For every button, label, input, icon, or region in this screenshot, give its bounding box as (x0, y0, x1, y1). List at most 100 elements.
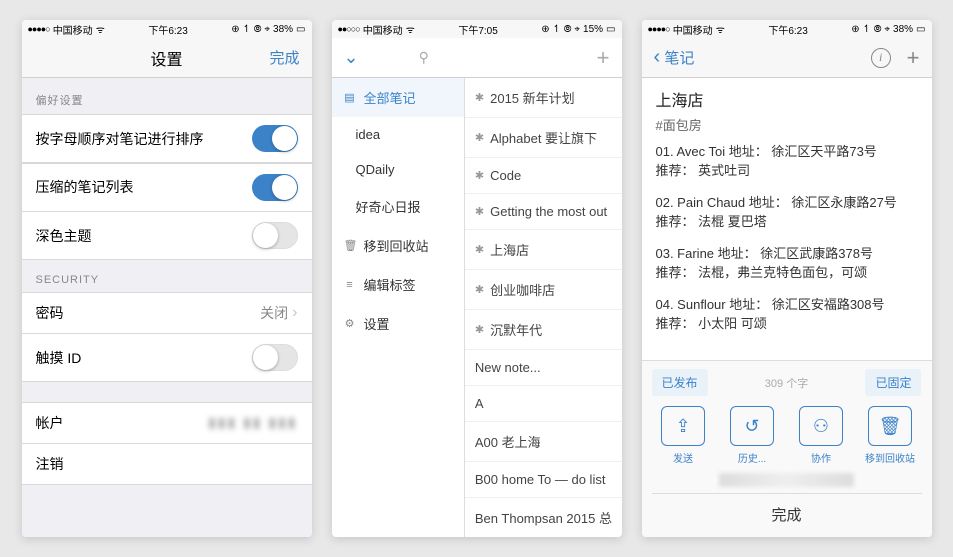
chevron-right-icon: › (292, 304, 297, 322)
entry-line: 03. Farine 地址： 徐汇区武康路378号 (656, 244, 918, 264)
history-icon: ↺ (744, 416, 759, 437)
note-title: 上海店 (656, 90, 918, 114)
row-touchid[interactable]: 触摸 ID (22, 333, 312, 382)
chevron-left-icon: ‹ (654, 46, 661, 68)
status-icons: ⊕ ↿ ⦾ ⌖ (541, 24, 580, 35)
action-label: 移到回收站 (865, 450, 915, 465)
entry-line: 推荐： 小太阳 可颂 (656, 314, 918, 334)
add-note-button[interactable]: + (597, 45, 610, 71)
note-title: 上海店 (490, 240, 529, 259)
censored-area (719, 473, 854, 487)
note-title: Getting the most out (490, 204, 607, 219)
folder-idea[interactable]: idea (332, 117, 464, 152)
star-icon: ✱ (475, 283, 484, 296)
note-title: 创业咖啡店 (490, 280, 555, 299)
note-title: B00 home To — do list (475, 472, 606, 487)
status-icons: ⊕ ↿ ⦾ ⌖ (231, 24, 270, 35)
battery-icon: ▭ (606, 24, 615, 35)
note-item[interactable]: B00 home To — do list (465, 462, 622, 498)
note-body[interactable]: 上海店 #面包房 01. Avec Toi 地址： 徐汇区天平路73号 推荐： … (642, 78, 932, 360)
status-icons: ⊕ ↿ ⦾ ⌖ (851, 24, 890, 35)
battery-icon: ▭ (916, 24, 925, 35)
row-password[interactable]: 密码 关闭 › (22, 292, 312, 334)
row-logout[interactable]: 注销 (22, 443, 312, 485)
entry-line: 推荐： 英式吐司 (656, 161, 918, 181)
battery-pct: 38% (273, 24, 293, 35)
note-item[interactable]: New note... (465, 350, 622, 386)
carrier-label: 中国移动 (673, 22, 713, 37)
collab-button[interactable]: ⚇ 协作 (790, 406, 853, 465)
star-icon: ✱ (475, 91, 484, 104)
row-compact-list[interactable]: 压缩的笔记列表 (22, 163, 312, 212)
folder-qdaily[interactable]: QDaily (332, 152, 464, 187)
chevron-down-icon[interactable]: ⌄ (344, 47, 359, 68)
account-value: ▮▮▮ ▮▮ ▮▮▮ (208, 414, 297, 431)
status-bar: ●●●●○ 中国移动 ᯤ 下午6:23 ⊕ ↿ ⦾ ⌖ 38% ▭ (642, 20, 932, 38)
note-item[interactable]: ✱Getting the most out (465, 194, 622, 230)
wifi-icon: ᯤ (716, 22, 725, 36)
folder-label: QDaily (356, 162, 395, 177)
search-icon[interactable]: ⚲ (419, 49, 429, 66)
pinned-pill[interactable]: 已固定 (865, 369, 921, 396)
add-button[interactable]: + (907, 45, 920, 71)
folder-label: idea (356, 127, 381, 142)
section-security: SECURITY (22, 260, 312, 292)
entry-line: 推荐： 法棍，弗兰克特色面包，可颂 (656, 263, 918, 283)
nav-bar: ⌄ ⚲ + (332, 38, 622, 78)
done-button[interactable]: 完成 (269, 47, 299, 68)
note-entry: 04. Sunflour 地址： 徐汇区安福路308号 推荐： 小太阳 可颂 (656, 295, 918, 334)
star-icon: ✱ (475, 243, 484, 256)
battery-pct: 38% (893, 24, 913, 35)
note-item[interactable]: A00 老上海 (465, 422, 622, 462)
folder-label: 移到回收站 (364, 236, 429, 255)
star-icon: ✱ (475, 169, 484, 182)
note-entry: 01. Avec Toi 地址： 徐汇区天平路73号 推荐： 英式吐司 (656, 142, 918, 181)
row-label: 按字母顺序对笔记进行排序 (36, 129, 204, 149)
note-item[interactable]: ✱Code (465, 158, 622, 194)
row-dark-theme[interactable]: 深色主题 (22, 211, 312, 260)
folder-trash[interactable]: 🗑 移到回收站 (332, 226, 464, 265)
folder-curiosity[interactable]: 好奇心日报 (332, 187, 464, 226)
folder-tags[interactable]: ≡ 编辑标签 (332, 265, 464, 304)
send-button[interactable]: ⇪ 发送 (652, 406, 715, 465)
row-account[interactable]: 帐户 ▮▮▮ ▮▮ ▮▮▮ (22, 402, 312, 444)
clock: 下午7:05 (458, 22, 497, 37)
wifi-icon: ᯤ (406, 22, 415, 36)
note-item[interactable]: ✱沉默年代 (465, 310, 622, 350)
toggle-touchid[interactable] (252, 344, 298, 371)
toggle-compact[interactable] (252, 174, 298, 201)
note-entry: 02. Pain Chaud 地址： 徐汇区永康路27号 推荐： 法棍 夏巴塔 (656, 193, 918, 232)
note-item[interactable]: A (465, 386, 622, 422)
note-entry: 03. Farine 地址： 徐汇区武康路378号 推荐： 法棍，弗兰克特色面包… (656, 244, 918, 283)
row-sort-alpha[interactable]: 按字母顺序对笔记进行排序 (22, 114, 312, 163)
trash-button[interactable]: 🗑 移到回收站 (859, 406, 922, 465)
entry-line: 04. Sunflour 地址： 徐汇区安福路308号 (656, 295, 918, 315)
note-item[interactable]: ✱2015 新年计划 (465, 78, 622, 118)
done-button[interactable]: 完成 (652, 493, 922, 529)
people-icon: ⚇ (813, 416, 829, 437)
note-item[interactable]: Ben Thompsan 2015 总 (465, 498, 622, 537)
info-button[interactable]: i (871, 48, 891, 68)
nav-bar: ‹ 笔记 i + (642, 38, 932, 78)
toggle-dark[interactable] (252, 222, 298, 249)
entry-line: 02. Pain Chaud 地址： 徐汇区永康路27号 (656, 193, 918, 213)
back-button[interactable]: ‹ 笔记 (654, 46, 695, 69)
note-item[interactable]: ✱ 上海店 (465, 230, 622, 270)
folder-all-notes[interactable]: ▤ 全部笔记 (332, 78, 464, 117)
carrier-label: 中国移动 (53, 22, 93, 37)
published-pill[interactable]: 已发布 (652, 369, 708, 396)
note-tag: #面包房 (656, 116, 918, 136)
note-item[interactable]: ✱ 创业咖啡店 (465, 270, 622, 310)
note-title: 沉默年代 (490, 320, 542, 339)
trash-icon: 🗑 (879, 416, 902, 437)
toggle-sort[interactable] (252, 125, 298, 152)
note-title: A00 老上海 (475, 432, 541, 451)
action-label: 协作 (811, 450, 831, 465)
gear-icon: ⚙ (344, 317, 356, 330)
signal-dots: ●●●●○ (28, 24, 50, 34)
folder-label: 好奇心日报 (356, 197, 421, 216)
note-title: A (475, 396, 484, 411)
note-item[interactable]: ✱Alphabet 要让旗下 (465, 118, 622, 158)
folder-settings[interactable]: ⚙ 设置 (332, 304, 464, 343)
history-button[interactable]: ↺ 历史... (721, 406, 784, 465)
